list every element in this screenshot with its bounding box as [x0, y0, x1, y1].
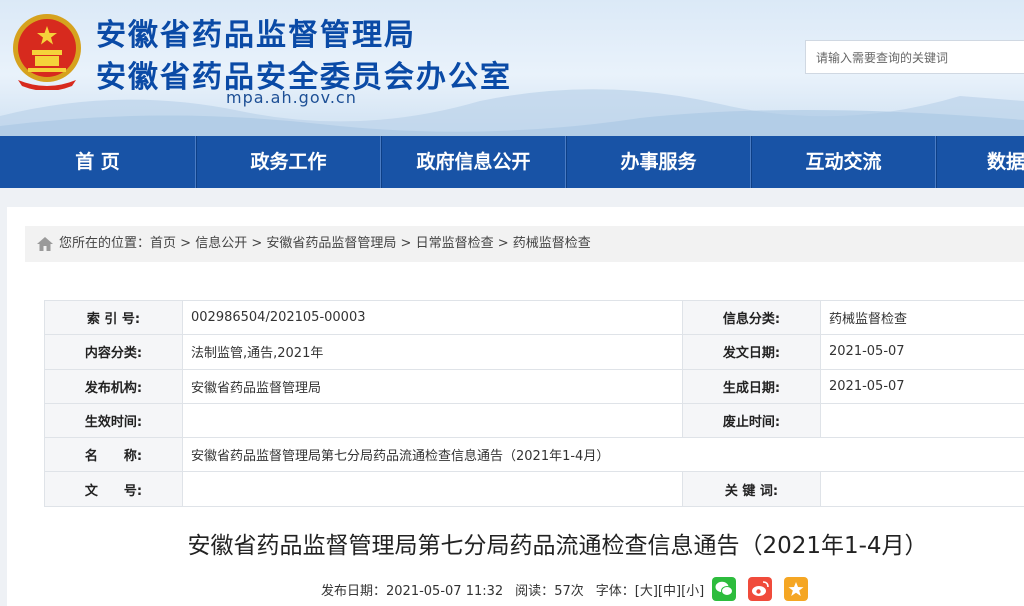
- keywords-value: [820, 471, 1024, 507]
- publisher-value: 安徽省药品监督管理局: [182, 368, 683, 404]
- index-no-value: 002986504/202105-00003: [182, 299, 683, 336]
- name-value: 安徽省药品监督管理局第七分局药品流通检查信息通告（2021年1-4月）: [182, 437, 1024, 473]
- breadcrumb-link-info[interactable]: 信息公开: [195, 236, 247, 251]
- breadcrumb-separator: >: [396, 236, 416, 251]
- breadcrumb-separator: >: [493, 236, 513, 251]
- font-medium-button[interactable]: [中]: [658, 584, 681, 599]
- created-date-value: 2021-05-07: [820, 368, 1024, 404]
- favorite-icon[interactable]: [784, 577, 809, 601]
- info-category-label: 信息分类:: [682, 299, 821, 336]
- home-icon: [37, 236, 53, 251]
- breadcrumb-link-drug-device[interactable]: 药械监督检查: [513, 236, 591, 251]
- article-title: 安徽省药品监督管理局第七分局药品流通检查信息通告（2021年1-4月）: [187, 533, 928, 559]
- nav-services[interactable]: 办事服务: [566, 136, 751, 188]
- content-category-label: 内容分类:: [44, 334, 183, 370]
- read-count: 阅读：57次: [515, 580, 584, 599]
- table-row: 文 号: 关 键 词:: [44, 471, 1024, 507]
- publish-label: 发布日期：: [321, 583, 387, 599]
- nav-info-disclosure[interactable]: 政府信息公开: [381, 136, 566, 188]
- nav-home[interactable]: 首 页: [0, 136, 196, 188]
- site-title-main: 安徽省药品监督管理局: [96, 18, 416, 53]
- font-label: 字体：: [595, 583, 635, 599]
- effective-time-label: 生效时间:: [44, 402, 183, 439]
- effective-time-value: [182, 402, 683, 439]
- site-header: 安徽省药品监督管理局 安徽省药品安全委员会办公室 mpa.ah.gov.cn 请…: [0, 0, 1024, 136]
- breadcrumb-link-inspection[interactable]: 日常监督检查: [416, 236, 494, 251]
- nav-government-work[interactable]: 政务工作: [196, 136, 381, 188]
- wechat-icon[interactable]: [712, 577, 737, 601]
- breadcrumb-separator: >: [247, 236, 267, 251]
- issue-date-label: 发文日期:: [682, 334, 821, 370]
- table-row: 生效时间: 废止时间:: [44, 402, 1024, 439]
- name-label: 名 称:: [44, 437, 183, 473]
- national-emblem-icon: [13, 14, 81, 90]
- font-large-button[interactable]: [大]: [635, 584, 658, 599]
- main-nav: 首 页 政务工作 政府信息公开 办事服务 互动交流 数据: [0, 136, 1024, 188]
- expiry-time-label: 废止时间:: [682, 402, 821, 439]
- keywords-label: 关 键 词:: [682, 471, 821, 507]
- reads-label: 阅读：: [515, 583, 555, 599]
- breadcrumb: 您所在的位置：首页 > 信息公开 > 安徽省药品监督管理局 > 日常监督检查 >…: [25, 226, 1024, 262]
- search-input[interactable]: 请输入需要查询的关键词: [805, 40, 1024, 74]
- nav-data[interactable]: 数据: [936, 136, 1024, 188]
- breadcrumb-prefix: 您所在的位置：: [59, 236, 151, 251]
- issue-date-value: 2021-05-07: [820, 334, 1024, 370]
- font-small-button[interactable]: [小]: [681, 584, 704, 599]
- weibo-icon[interactable]: [748, 577, 773, 601]
- nav-interaction[interactable]: 互动交流: [751, 136, 936, 188]
- table-row: 名 称: 安徽省药品监督管理局第七分局药品流通检查信息通告（2021年1-4月）: [44, 437, 1024, 473]
- doc-no-label: 文 号:: [44, 471, 183, 507]
- expiry-time-value: [820, 402, 1024, 439]
- publisher-label: 发布机构:: [44, 368, 183, 404]
- table-row: 内容分类: 法制监管,通告,2021年 发文日期: 2021-05-07: [44, 334, 1024, 370]
- breadcrumb-link-home[interactable]: 首页: [150, 236, 176, 251]
- document-meta-table: 索 引 号: 002986504/202105-00003 信息分类: 药械监督…: [44, 299, 1024, 507]
- breadcrumb-separator: >: [176, 236, 196, 251]
- index-no-label: 索 引 号:: [44, 299, 183, 336]
- article-info-bar: 发布日期：2021-05-07 11:32 阅读：57次 字体：[大][中][小…: [321, 577, 820, 601]
- content-category-value: 法制监管,通告,2021年: [182, 334, 683, 370]
- doc-no-value: [182, 471, 683, 507]
- reads-value: 57次: [554, 583, 584, 599]
- publish-value: 2021-05-07 11:32: [386, 583, 504, 599]
- breadcrumb-link-agency[interactable]: 安徽省药品监督管理局: [266, 236, 396, 251]
- font-size-control: 字体：[大][中][小]: [596, 580, 704, 599]
- publish-time: 发布日期：2021-05-07 11:32: [321, 580, 503, 599]
- table-row: 发布机构: 安徽省药品监督管理局 生成日期: 2021-05-07: [44, 368, 1024, 404]
- created-date-label: 生成日期:: [682, 368, 821, 404]
- info-category-value: 药械监督检查: [820, 299, 1024, 336]
- site-domain: mpa.ah.gov.cn: [226, 88, 357, 107]
- table-row: 索 引 号: 002986504/202105-00003 信息分类: 药械监督…: [44, 299, 1024, 336]
